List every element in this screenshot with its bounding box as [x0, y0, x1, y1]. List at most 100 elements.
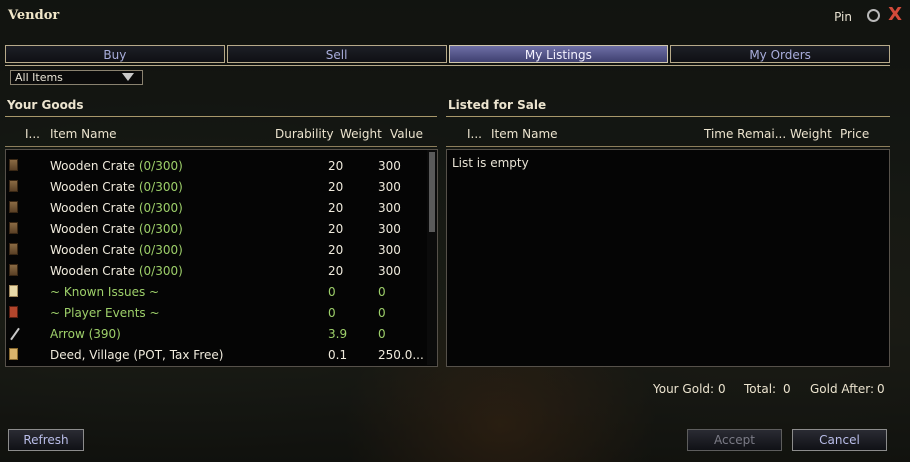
your-goods-title: Your Goods [7, 98, 84, 112]
item-value: 300 [378, 159, 401, 173]
filter-value: All Items [15, 71, 63, 84]
tab-bar: Buy Sell My Listings My Orders [5, 45, 890, 65]
refresh-button[interactable]: Refresh [8, 429, 84, 451]
listings-list [446, 149, 890, 367]
arrow-icon [10, 327, 20, 341]
column-weight[interactable]: Weight [790, 127, 832, 141]
table-row[interactable]: Wooden Crate (0/300) 20 300 [6, 156, 426, 177]
item-name: Wooden Crate (0/300) [50, 222, 183, 236]
item-name-text: Wooden Crate [50, 180, 136, 194]
close-icon[interactable]: X [888, 4, 902, 26]
table-row[interactable]: Deed, Village (POT, Tax Free) 0.1 250.0... [6, 345, 426, 366]
goods-scrollbar[interactable] [427, 150, 437, 365]
item-value: 0 [378, 306, 386, 320]
item-weight: 3.9 [328, 327, 348, 341]
column-value[interactable]: Value [390, 127, 423, 141]
item-capacity: (0/300) [135, 264, 183, 278]
accept-button[interactable]: Accept [687, 429, 782, 451]
cancel-button[interactable]: Cancel [792, 429, 887, 451]
crate-icon [9, 222, 18, 234]
item-name: ~ Known Issues ~ [50, 285, 159, 299]
column-item-name[interactable]: Item Name [491, 127, 558, 141]
tab-my-orders[interactable]: My Orders [670, 45, 890, 63]
deed-icon [9, 348, 18, 360]
your-gold-value: 0 [718, 382, 726, 396]
chevron-down-icon [122, 73, 134, 81]
crate-icon [9, 180, 18, 192]
column-durability[interactable]: Durability [275, 127, 334, 141]
column-time-remaining[interactable]: Time Remai... [704, 127, 786, 141]
scroll-icon [9, 285, 18, 297]
item-name: Wooden Crate (0/300) [50, 243, 183, 257]
tab-my-listings[interactable]: My Listings [448, 45, 669, 63]
table-row[interactable]: Wooden Crate (0/300) 20 300 [6, 240, 426, 261]
item-capacity: (0/300) [135, 222, 183, 236]
item-value: 0 [378, 327, 386, 341]
listed-for-sale-title: Listed for Sale [448, 98, 547, 112]
item-value: 300 [378, 222, 401, 236]
item-name: Deed, Village (POT, Tax Free) [50, 348, 223, 362]
item-name-text: Arrow (390) [50, 327, 121, 341]
item-name: Wooden Crate (0/300) [50, 264, 183, 278]
item-name-text: Wooden Crate [50, 243, 136, 257]
pin-label: Pin [834, 10, 852, 24]
book-icon [9, 306, 18, 318]
column-weight[interactable]: Weight [340, 127, 382, 141]
column-icon[interactable]: I... [467, 127, 482, 141]
table-row[interactable]: Wooden Crate (0/300) 20 300 [6, 198, 426, 219]
tab-sell[interactable]: Sell [226, 45, 447, 63]
item-name-text: Wooden Crate [50, 222, 136, 236]
divider [446, 146, 890, 147]
table-row[interactable]: Arrow (390) 3.9 0 [6, 324, 426, 345]
window-title: Vendor [8, 8, 60, 23]
tab-divider [5, 65, 890, 66]
item-name-text: Deed, Village (POT, Tax Free) [50, 348, 224, 362]
item-name: Arrow (390) [50, 327, 121, 341]
crate-icon [9, 201, 18, 213]
item-weight: 20 [328, 264, 344, 278]
item-name-text: Wooden Crate [50, 264, 136, 278]
column-price[interactable]: Price [840, 127, 869, 141]
table-row[interactable]: Wooden Crate (0/300) 20 300 [6, 261, 426, 282]
gold-after-label: Gold After: [810, 382, 875, 396]
scrollbar-thumb[interactable] [429, 152, 435, 232]
item-value: 250.0... [378, 348, 424, 362]
table-row[interactable]: ~ Player Events ~ 0 0 [6, 303, 426, 324]
crate-icon [9, 264, 18, 276]
column-item-name[interactable]: Item Name [50, 127, 117, 141]
item-name-text: ~ Known Issues ~ [50, 285, 160, 299]
item-weight: 20 [328, 159, 344, 173]
crate-icon [9, 159, 18, 171]
total-label: Total: [744, 382, 777, 396]
item-name-text: ~ Player Events ~ [50, 306, 160, 320]
item-capacity: (0/300) [135, 180, 183, 194]
your-gold-label: Your Gold: [653, 382, 715, 396]
item-weight: 0 [328, 306, 336, 320]
item-name: Wooden Crate (0/300) [50, 159, 183, 173]
column-icon[interactable]: I... [25, 127, 40, 141]
item-name-text: Wooden Crate [50, 159, 136, 173]
item-weight: 20 [328, 222, 344, 236]
divider [446, 116, 890, 117]
goods-list: Wooden Crate (0/300) 20 300 Wooden Crate (0… [5, 149, 438, 367]
divider [5, 116, 437, 117]
empty-list-message: List is empty [452, 156, 529, 170]
item-name: Wooden Crate (0/300) [50, 201, 183, 215]
item-name-text: Wooden Crate [50, 201, 136, 215]
tab-buy[interactable]: Buy [5, 45, 225, 63]
item-value: 300 [378, 264, 401, 278]
table-row[interactable]: ~ Known Issues ~ 0 0 [6, 282, 426, 303]
item-value: 0 [378, 285, 386, 299]
item-weight: 0.1 [328, 348, 348, 362]
total-value: 0 [783, 382, 791, 396]
item-filter-dropdown[interactable]: All Items [10, 70, 143, 85]
table-row[interactable]: Wooden Crate (0/300) 20 300 [6, 177, 426, 198]
item-weight: 0 [328, 285, 336, 299]
vendor-window: Vendor Pin X Buy Sell My Listings My Ord… [0, 0, 910, 462]
item-name: Wooden Crate (0/300) [50, 180, 183, 194]
item-capacity: (0/300) [135, 159, 183, 173]
pin-toggle[interactable] [867, 9, 880, 22]
gold-after-value: 0 [877, 382, 885, 396]
table-row[interactable]: Wooden Crate (0/300) 20 300 [6, 219, 426, 240]
item-weight: 20 [328, 243, 344, 257]
